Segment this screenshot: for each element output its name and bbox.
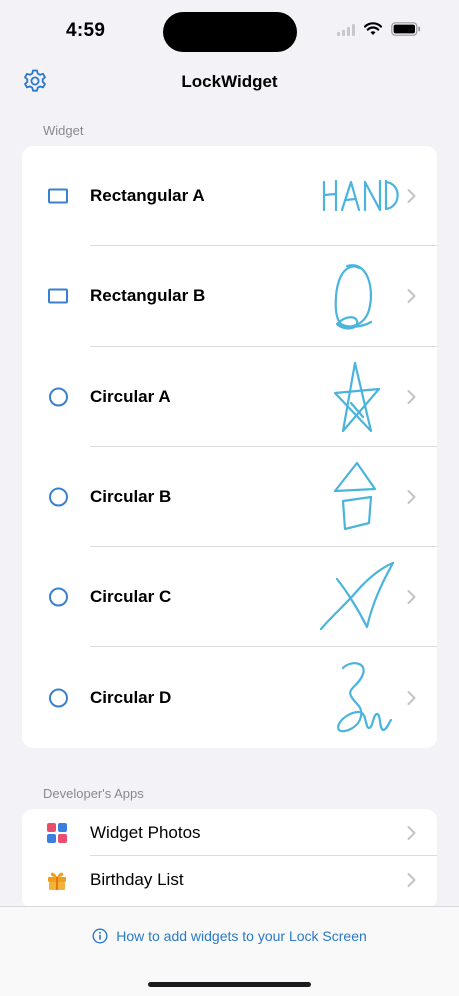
handwriting-sketch-star: [333, 361, 381, 432]
info-icon: [92, 928, 108, 944]
app-label: Birthday List: [90, 869, 184, 889]
apps-list: Widget Photos Birthday List: [22, 809, 437, 909]
circle-icon: [49, 587, 68, 607]
page-title: LockWidget: [181, 72, 278, 91]
cellular-signal-icon: [337, 23, 355, 36]
circle-icon: [49, 487, 68, 507]
app-row-birthday-list[interactable]: Birthday List: [22, 856, 437, 903]
battery-icon: [391, 22, 421, 36]
handwriting-sketch-arrow: [319, 562, 395, 631]
widget-row-rectangular-a[interactable]: Rectangular A: [22, 146, 437, 247]
chevron-right-icon: [407, 189, 416, 204]
widget-row-rectangular-b[interactable]: Rectangular B: [22, 246, 437, 347]
handwriting-sketch-signature: [337, 661, 393, 732]
chevron-right-icon: [407, 490, 416, 505]
apps-section-header: Developer's Apps: [43, 786, 144, 801]
bottom-toolbar: How to add widgets to your Lock Screen: [0, 906, 459, 996]
rectangle-icon: [48, 288, 68, 304]
help-link-text: How to add widgets to your Lock Screen: [116, 928, 367, 944]
wifi-icon: [364, 22, 382, 36]
chevron-right-icon: [407, 690, 416, 705]
circle-icon: [49, 688, 68, 708]
widget-row-circular-a[interactable]: Circular A: [22, 347, 437, 447]
handwriting-sketch-hand: [322, 180, 399, 212]
status-icons: [337, 22, 421, 36]
widget-label: Circular B: [90, 487, 172, 507]
widget-label: Circular D: [90, 687, 172, 707]
handwriting-sketch-loop: [334, 264, 373, 331]
navigation-bar: LockWidget: [0, 62, 459, 102]
widget-section-header: Widget: [43, 123, 84, 138]
home-indicator: [148, 982, 311, 987]
widget-row-circular-d[interactable]: Circular D: [22, 647, 437, 747]
dynamic-island: [163, 12, 297, 52]
chevron-right-icon: [407, 825, 416, 840]
gift-icon: [48, 872, 66, 890]
widget-label: Circular A: [90, 386, 171, 406]
status-bar: 4:59: [0, 0, 459, 62]
widget-label: Rectangular A: [90, 186, 205, 206]
widget-label: Circular C: [90, 587, 172, 607]
widget-row-circular-b[interactable]: Circular B: [22, 447, 437, 548]
rectangle-icon: [48, 188, 68, 204]
status-time: 4:59: [66, 20, 106, 41]
widget-label: Rectangular B: [90, 286, 206, 306]
chevron-right-icon: [407, 872, 416, 887]
app-row-widget-photos[interactable]: Widget Photos: [22, 809, 437, 856]
app-label: Widget Photos: [90, 822, 201, 842]
widget-list: Rectangular A Rectangular B Circular A C…: [22, 146, 437, 748]
circle-icon: [49, 387, 68, 407]
handwriting-sketch-triangle-square: [333, 461, 377, 531]
chevron-right-icon: [407, 590, 416, 605]
chevron-right-icon: [407, 289, 416, 304]
chevron-right-icon: [407, 389, 416, 404]
how-to-add-widgets-link[interactable]: How to add widgets to your Lock Screen: [0, 928, 459, 944]
photos-grid-icon: [47, 822, 67, 843]
widget-row-circular-c[interactable]: Circular C: [22, 547, 437, 648]
